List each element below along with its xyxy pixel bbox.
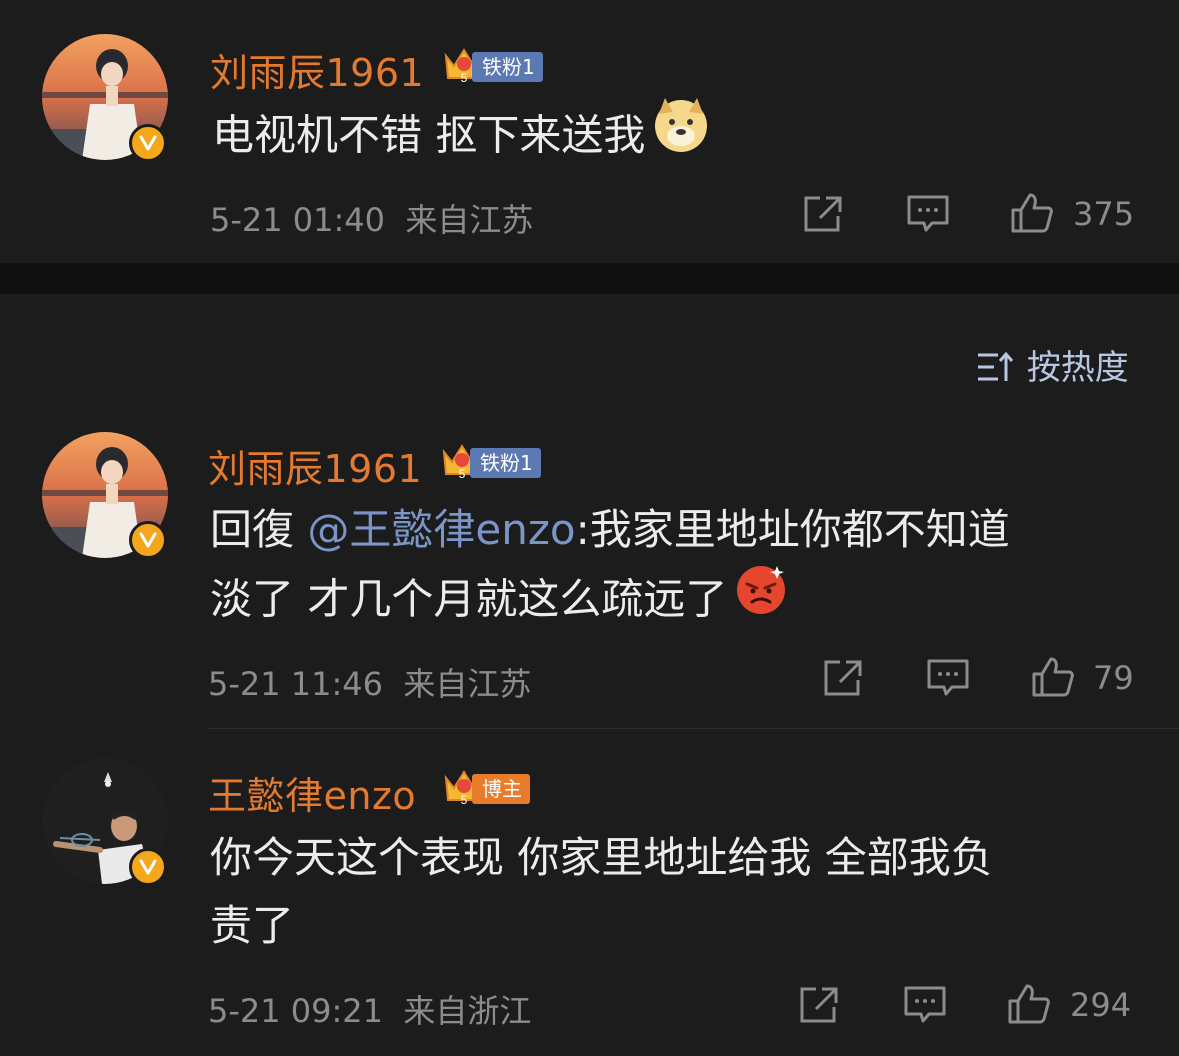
location: 来自浙江: [403, 992, 532, 1030]
svg-text:5: 5: [461, 793, 468, 806]
comment-icon[interactable]: [906, 194, 950, 234]
sort-by-hot-button[interactable]: 按热度: [976, 340, 1129, 389]
reply-text: 你今天这个表现 你家里地址给我 全部我负 责了: [210, 833, 993, 950]
username[interactable]: 刘雨辰1961: [208, 438, 422, 493]
verified-icon: [129, 124, 167, 162]
timestamp: 5-21 01:40: [210, 201, 386, 239]
doge-emoji-icon: [651, 94, 711, 174]
like-icon[interactable]: [1010, 192, 1054, 234]
sort-icon: [978, 351, 1014, 381]
like-count: 79: [1093, 659, 1134, 697]
username[interactable]: 刘雨辰1961: [210, 42, 424, 97]
location: 来自江苏: [405, 201, 534, 239]
timestamp: 5-21 11:46: [208, 665, 384, 703]
location: 来自江苏: [403, 665, 532, 703]
share-icon[interactable]: [798, 985, 840, 1025]
reply-meta: 5-21 09:21 来自浙江: [208, 986, 531, 1032]
section-separator: [0, 263, 1179, 294]
comment-icon[interactable]: [903, 985, 947, 1025]
svg-text:5: 5: [459, 467, 466, 480]
blogger-badge-label: 博主: [472, 774, 530, 804]
mention-link[interactable]: @王懿律enzo: [307, 505, 575, 554]
comment-meta: 5-21 01:40 来自江苏: [210, 195, 533, 241]
like-count: 294: [1070, 986, 1132, 1024]
like-count: 375: [1073, 195, 1135, 233]
like-icon[interactable]: [1007, 983, 1051, 1025]
timestamp: 5-21 09:21: [208, 992, 384, 1030]
like-icon[interactable]: [1031, 656, 1075, 698]
reply-text: 回復 @王懿律enzo:我家里地址你都不知道 淡了 才几个月就这么疏远了: [210, 496, 1010, 640]
angry-emoji-icon: [733, 560, 789, 636]
sort-label: 按热度: [1026, 348, 1129, 388]
reply-meta: 5-21 11:46 来自江苏: [208, 659, 531, 705]
fan-badge-label: 铁粉1: [470, 448, 541, 478]
comment-icon[interactable]: [926, 658, 970, 698]
comment-text: 电视机不错 抠下来送我: [212, 98, 711, 178]
fan-badge-label: 铁粉1: [472, 52, 543, 82]
divider: [208, 728, 1179, 729]
verified-icon: [129, 848, 167, 886]
username[interactable]: 王懿律enzo: [208, 765, 416, 820]
share-icon[interactable]: [822, 658, 864, 698]
share-icon[interactable]: [802, 194, 844, 234]
svg-text:5: 5: [461, 71, 468, 84]
verified-icon: [129, 521, 167, 559]
